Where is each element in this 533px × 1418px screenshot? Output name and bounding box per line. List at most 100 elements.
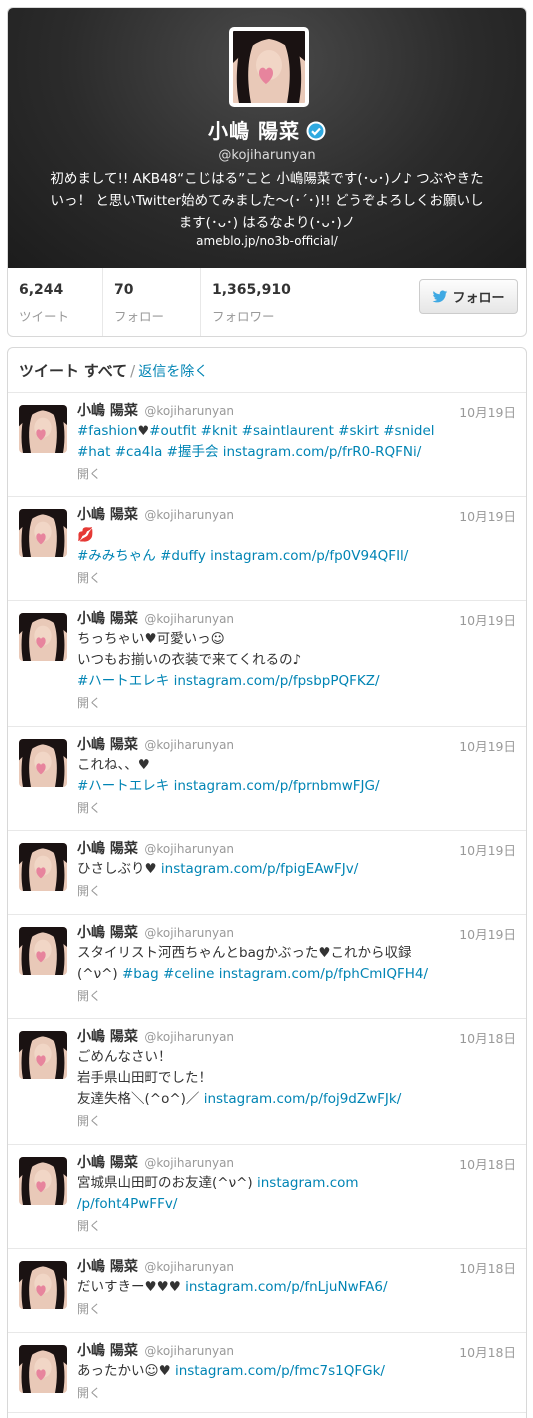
avatar-image (19, 927, 67, 975)
tweet-author-handle[interactable]: @kojiharunyan (144, 1030, 234, 1044)
tweet-timestamp[interactable]: 10月19日 (459, 924, 516, 943)
tweet-expand-link[interactable]: 開く (77, 1300, 516, 1317)
stat-tweets-label: ツイート (19, 309, 70, 324)
tweet-avatar[interactable] (19, 927, 67, 975)
tweet-item[interactable]: 小嶋 陽菜 @kojiharunyan 10月18日 ごめんなさい！ 岩手県山田町… (8, 1019, 526, 1145)
tweet-timestamp[interactable]: 10月19日 (459, 840, 516, 859)
tweet-author-handle[interactable]: @kojiharunyan (144, 1260, 234, 1274)
tab-no-replies[interactable]: 返信を除く (138, 364, 208, 380)
tweet-author-name[interactable]: 小嶋 陽菜 (77, 1259, 138, 1275)
tweet-author-name[interactable]: 小嶋 陽菜 (77, 1155, 138, 1171)
tweet-body: 小嶋 陽菜 @kojiharunyan 10月18日 宮城県山田町のお友達(^ν… (77, 1152, 516, 1234)
tweet-author-name[interactable]: 小嶋 陽菜 (77, 611, 138, 627)
tweet-avatar[interactable] (19, 509, 67, 557)
tweet-item[interactable]: 小嶋 陽菜 @kojiharunyan 10月19日 ちっちゃい♥可愛いっ☺ いつ… (8, 601, 526, 727)
tweet-timestamp[interactable]: 10月18日 (459, 1258, 516, 1277)
tweet-avatar[interactable] (19, 843, 67, 891)
tweet-expand-link[interactable]: 開く (77, 882, 516, 899)
tweet-author-name[interactable]: 小嶋 陽菜 (77, 1029, 138, 1045)
tweet-author-handle[interactable]: @kojiharunyan (144, 1344, 234, 1358)
tweet-avatar[interactable] (19, 405, 67, 453)
tweet-item[interactable]: 小嶋 陽菜 @kojiharunyan 10月19日 スタイリスト河西ちゃんとb… (8, 915, 526, 1019)
tweet-author-handle[interactable]: @kojiharunyan (144, 612, 234, 626)
tweet-line: ちっちゃい♥可愛いっ☺ (77, 629, 516, 650)
tweet-link[interactable]: instagram.com/p/fnLjuNwFA6/ (185, 1279, 387, 1295)
tweet-timestamp[interactable]: 10月19日 (459, 402, 516, 421)
tweet-item[interactable]: 小嶋 陽菜 @kojiharunyan 10月19日 #fashion♥#out… (8, 393, 526, 497)
profile-bio: 初めまして!! AKB48“こじはる”こと 小嶋陽菜です(･ᴗ･)ノ♪ つぶやき… (50, 171, 484, 231)
tweet-timestamp[interactable]: 10月19日 (459, 736, 516, 755)
profile-avatar[interactable] (229, 27, 309, 107)
tweet-avatar[interactable] (19, 1261, 67, 1309)
tweet-author-handle[interactable]: @kojiharunyan (144, 1156, 234, 1170)
tweet-avatar[interactable] (19, 1031, 67, 1079)
tweet-link[interactable]: #hat #ca4la #握手会 instagram.com/p/frR0-RQ… (77, 444, 421, 460)
heart-icon: ♥ (137, 424, 150, 439)
tweet-expand-link[interactable]: 開く (77, 694, 516, 711)
tweet-item[interactable]: 小嶋 陽菜 @kojiharunyan 10月19日 ひさしぶり♥ instag… (8, 831, 526, 915)
follow-button[interactable]: フォロー (419, 279, 518, 314)
twitter-bird-icon (433, 290, 448, 302)
profile-url-link[interactable]: ameblo.jp/no3b-official/ (8, 234, 526, 248)
tweet-author-name[interactable]: 小嶋 陽菜 (77, 737, 138, 753)
tweet-expand-link[interactable]: 開く (77, 799, 516, 816)
tweet-expand-link[interactable]: 開く (77, 465, 516, 482)
tweet-avatar[interactable] (19, 613, 67, 661)
tweet-avatar[interactable] (19, 1345, 67, 1393)
stat-tweets[interactable]: 6,244 ツイート (8, 268, 102, 336)
tweet-link[interactable]: instagram.com/p/fpigEAwFJv/ (161, 861, 358, 877)
tweet-timestamp[interactable]: 10月18日 (459, 1154, 516, 1173)
tweet-header: 小嶋 陽菜 @kojiharunyan 10月19日 (77, 400, 516, 420)
tab-all[interactable]: すべて (84, 362, 127, 380)
tweet-line: #fashion♥#outfit #knit #saintlaurent #sk… (77, 421, 516, 442)
tweet-line: いつもお揃いの衣装で来てくれるの♪ (77, 650, 516, 671)
tweet-link[interactable]: instagram.com (257, 1175, 359, 1191)
tweet-item[interactable]: 小嶋 陽菜 @kojiharunyan 10月18日 あったかい☺♥ insta… (8, 1333, 526, 1413)
tweet-expand-link[interactable]: 開く (77, 987, 516, 1004)
tweet-expand-link[interactable]: 開く (77, 569, 516, 586)
avatar-image (19, 405, 67, 453)
tweet-timestamp[interactable]: 10月19日 (459, 506, 516, 525)
stat-following[interactable]: 70 フォロー (102, 268, 200, 336)
tweet-item[interactable]: 小嶋 陽菜 @kojiharunyan 10月18日 だいすきー♥♥♥ inst… (8, 1249, 526, 1333)
tweet-author-handle[interactable]: @kojiharunyan (144, 508, 234, 522)
tweet-link[interactable]: #みみちゃん #duffy instagram.com/p/fp0V94QFIl… (77, 548, 408, 564)
tweet-link[interactable]: instagram.com/p/foj9dZwFJk/ (204, 1091, 402, 1107)
stat-followers-value: 1,365,910 (212, 282, 291, 298)
tweet-author-handle[interactable]: @kojiharunyan (144, 738, 234, 752)
tweet-timestamp[interactable]: 10月18日 (459, 1342, 516, 1361)
tweet-item[interactable]: 小嶋 陽菜 @kojiharunyan 10月19日 💋 #みみちゃん #duff… (8, 497, 526, 601)
tweet-text-segment: ちっちゃい♥可愛いっ☺ (77, 631, 225, 647)
tweet-link[interactable]: /p/foht4PwFFv/ (77, 1196, 177, 1212)
tweet-text: ちっちゃい♥可愛いっ☺ いつもお揃いの衣装で来てくれるの♪ #ハートエレキ inst… (77, 629, 516, 692)
profile-stats: 6,244 ツイート 70 フォロー 1,365,910 フォロワー フォロー (8, 268, 526, 336)
tweet-link[interactable]: #ハートエレキ instagram.com/p/fprnbmwFJG/ (77, 778, 380, 794)
verified-badge-icon (306, 121, 326, 141)
tweet-avatar[interactable] (19, 1157, 67, 1205)
tweet-timestamp[interactable]: 10月18日 (459, 1028, 516, 1047)
tweet-author-name[interactable]: 小嶋 陽菜 (77, 1343, 138, 1359)
tweet-item[interactable]: 小嶋 陽菜 @kojiharunyan 10月18日 宮城県山田町のお友達(^ν… (8, 1145, 526, 1249)
tweet-item[interactable]: 小嶋 陽菜 @kojiharunyan 10月19日 これね、、♥ #ハートエレキ… (8, 727, 526, 831)
tweet-author-handle[interactable]: @kojiharunyan (144, 926, 234, 940)
tweet-author-handle[interactable]: @kojiharunyan (144, 404, 234, 418)
tweet-link[interactable]: #ハートエレキ instagram.com/p/fpsbpPQFKZ/ (77, 673, 380, 689)
tweet-timestamp[interactable]: 10月19日 (459, 610, 516, 629)
tweet-link[interactable]: #outfit #knit #saintlaurent #skirt #snid… (149, 423, 434, 439)
tweet-expand-link[interactable]: 開く (77, 1217, 516, 1234)
tweet-avatar[interactable] (19, 739, 67, 787)
tweet-expand-link[interactable]: 開く (77, 1384, 516, 1401)
tweet-author-handle[interactable]: @kojiharunyan (144, 842, 234, 856)
tweet-author-name[interactable]: 小嶋 陽菜 (77, 841, 138, 857)
tweet-link[interactable]: instagram.com/p/fmc7s1QFGk/ (175, 1363, 385, 1379)
tweet-author-name[interactable]: 小嶋 陽菜 (77, 925, 138, 941)
tweet-line: スタイリスト河西ちゃんとbagかぶった♥これから収録 (77, 943, 516, 964)
tweet-author-name[interactable]: 小嶋 陽菜 (77, 403, 138, 419)
tweet-link[interactable]: #fashion (77, 423, 138, 439)
tweet-line: /p/foht4PwFFv/ (77, 1194, 516, 1215)
tweet-author-name[interactable]: 小嶋 陽菜 (77, 507, 138, 523)
tweet-expand-link[interactable]: 開く (77, 1112, 516, 1129)
stat-followers-label: フォロワー (212, 309, 275, 324)
stat-followers[interactable]: 1,365,910 フォロワー (200, 268, 340, 336)
tweet-link[interactable]: #bag #celine instagram.com/p/fphCmIQFH4/ (122, 966, 428, 982)
